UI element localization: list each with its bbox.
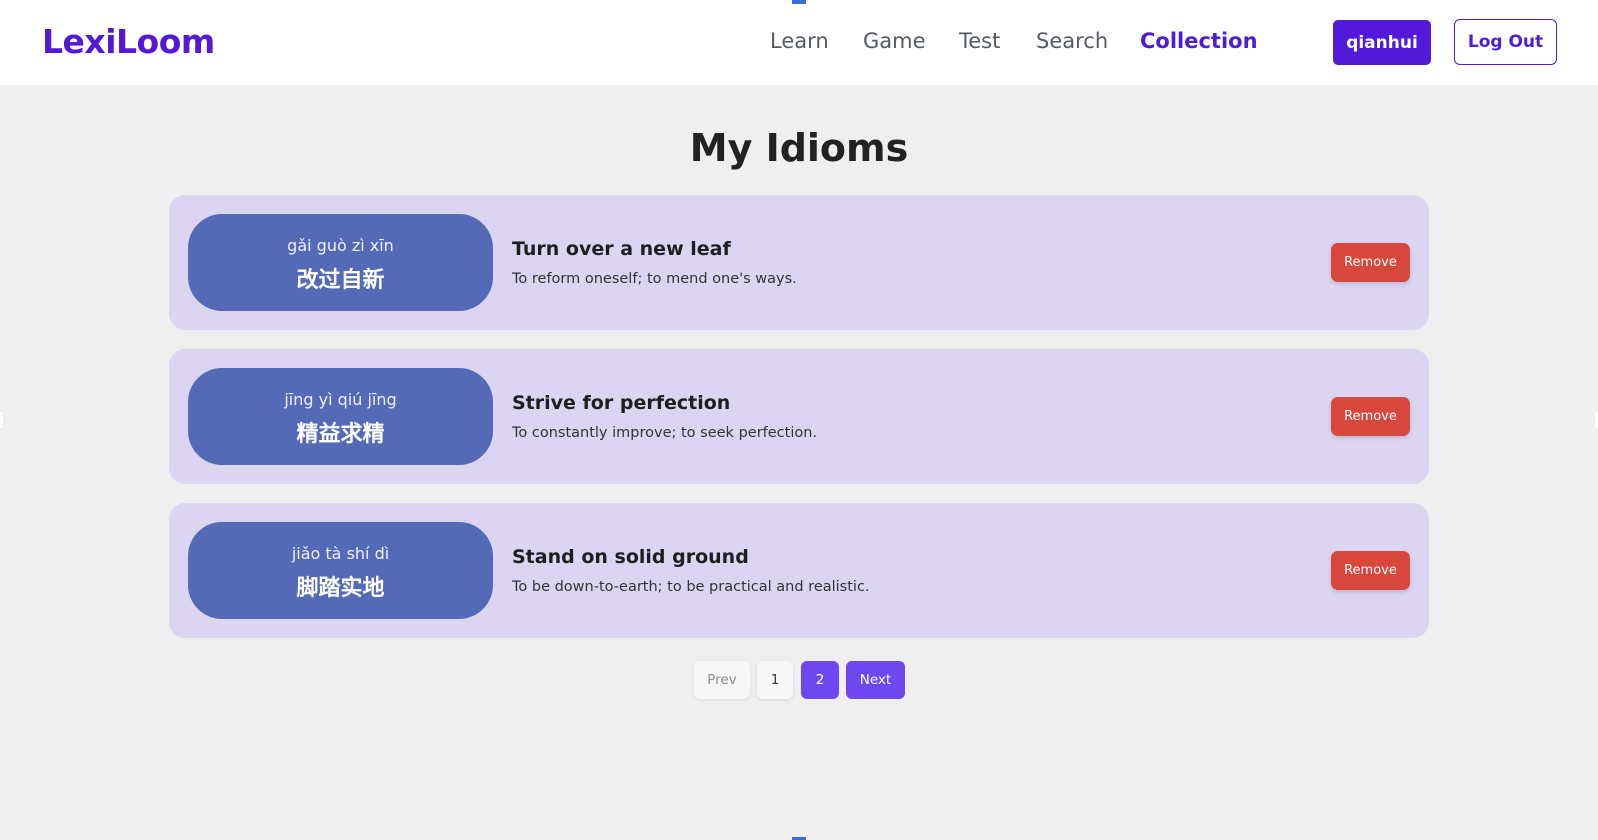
idiom-card: gǎi guò zì xīn 改过自新 Turn over a new leaf… — [169, 195, 1429, 330]
navbar: LexiLoom Learn Game Test Search Collecti… — [0, 0, 1598, 85]
idiom-hanzi: 改过自新 — [296, 268, 385, 293]
page-2-button[interactable]: 2 — [801, 661, 839, 699]
remove-button[interactable]: Remove — [1331, 397, 1410, 436]
idiom-hanzi: 脚踏实地 — [296, 576, 385, 601]
idiom-pinyin: jīng yì qiú jīng — [284, 390, 397, 409]
idiom-title: Stand on solid ground — [512, 546, 749, 568]
user-button[interactable]: qianhui — [1333, 20, 1431, 65]
nav-link-search[interactable]: Search — [1036, 29, 1108, 53]
brand-logo[interactable]: LexiLoom — [42, 22, 215, 61]
nav-link-test[interactable]: Test — [959, 29, 1000, 53]
nav-link-learn[interactable]: Learn — [770, 29, 829, 53]
next-page-button[interactable]: Next — [846, 661, 905, 699]
page-1-button[interactable]: 1 — [757, 661, 793, 699]
prev-page-button[interactable]: Prev — [694, 661, 750, 699]
idiom-pill: gǎi guò zì xīn 改过自新 — [188, 214, 493, 311]
left-edge-marker — [0, 412, 3, 428]
idiom-title: Turn over a new leaf — [512, 238, 731, 260]
idiom-card: jīng yì qiú jīng 精益求精 Strive for perfect… — [169, 349, 1429, 484]
idiom-pill: jīng yì qiú jīng 精益求精 — [188, 368, 493, 465]
idiom-hanzi: 精益求精 — [296, 422, 385, 447]
idiom-title: Strive for perfection — [512, 392, 731, 414]
top-edge-marker — [792, 0, 806, 4]
idiom-description: To be down-to-earth; to be practical and… — [512, 579, 870, 595]
remove-button[interactable]: Remove — [1331, 243, 1410, 282]
idiom-description: To reform oneself; to mend one's ways. — [512, 271, 797, 287]
nav-link-game[interactable]: Game — [863, 29, 926, 53]
remove-button[interactable]: Remove — [1331, 551, 1410, 590]
idiom-card: jiǎo tà shí dì 脚踏实地 Stand on solid groun… — [169, 503, 1429, 638]
idiom-pill: jiǎo tà shí dì 脚踏实地 — [188, 522, 493, 619]
idiom-pinyin: jiǎo tà shí dì — [291, 544, 390, 563]
idiom-pinyin: gǎi guò zì xīn — [287, 236, 394, 255]
page-title: My Idioms — [689, 126, 909, 170]
logout-button[interactable]: Log Out — [1454, 19, 1557, 65]
idiom-description: To constantly improve; to seek perfectio… — [512, 425, 818, 441]
nav-link-collection[interactable]: Collection — [1140, 29, 1258, 53]
